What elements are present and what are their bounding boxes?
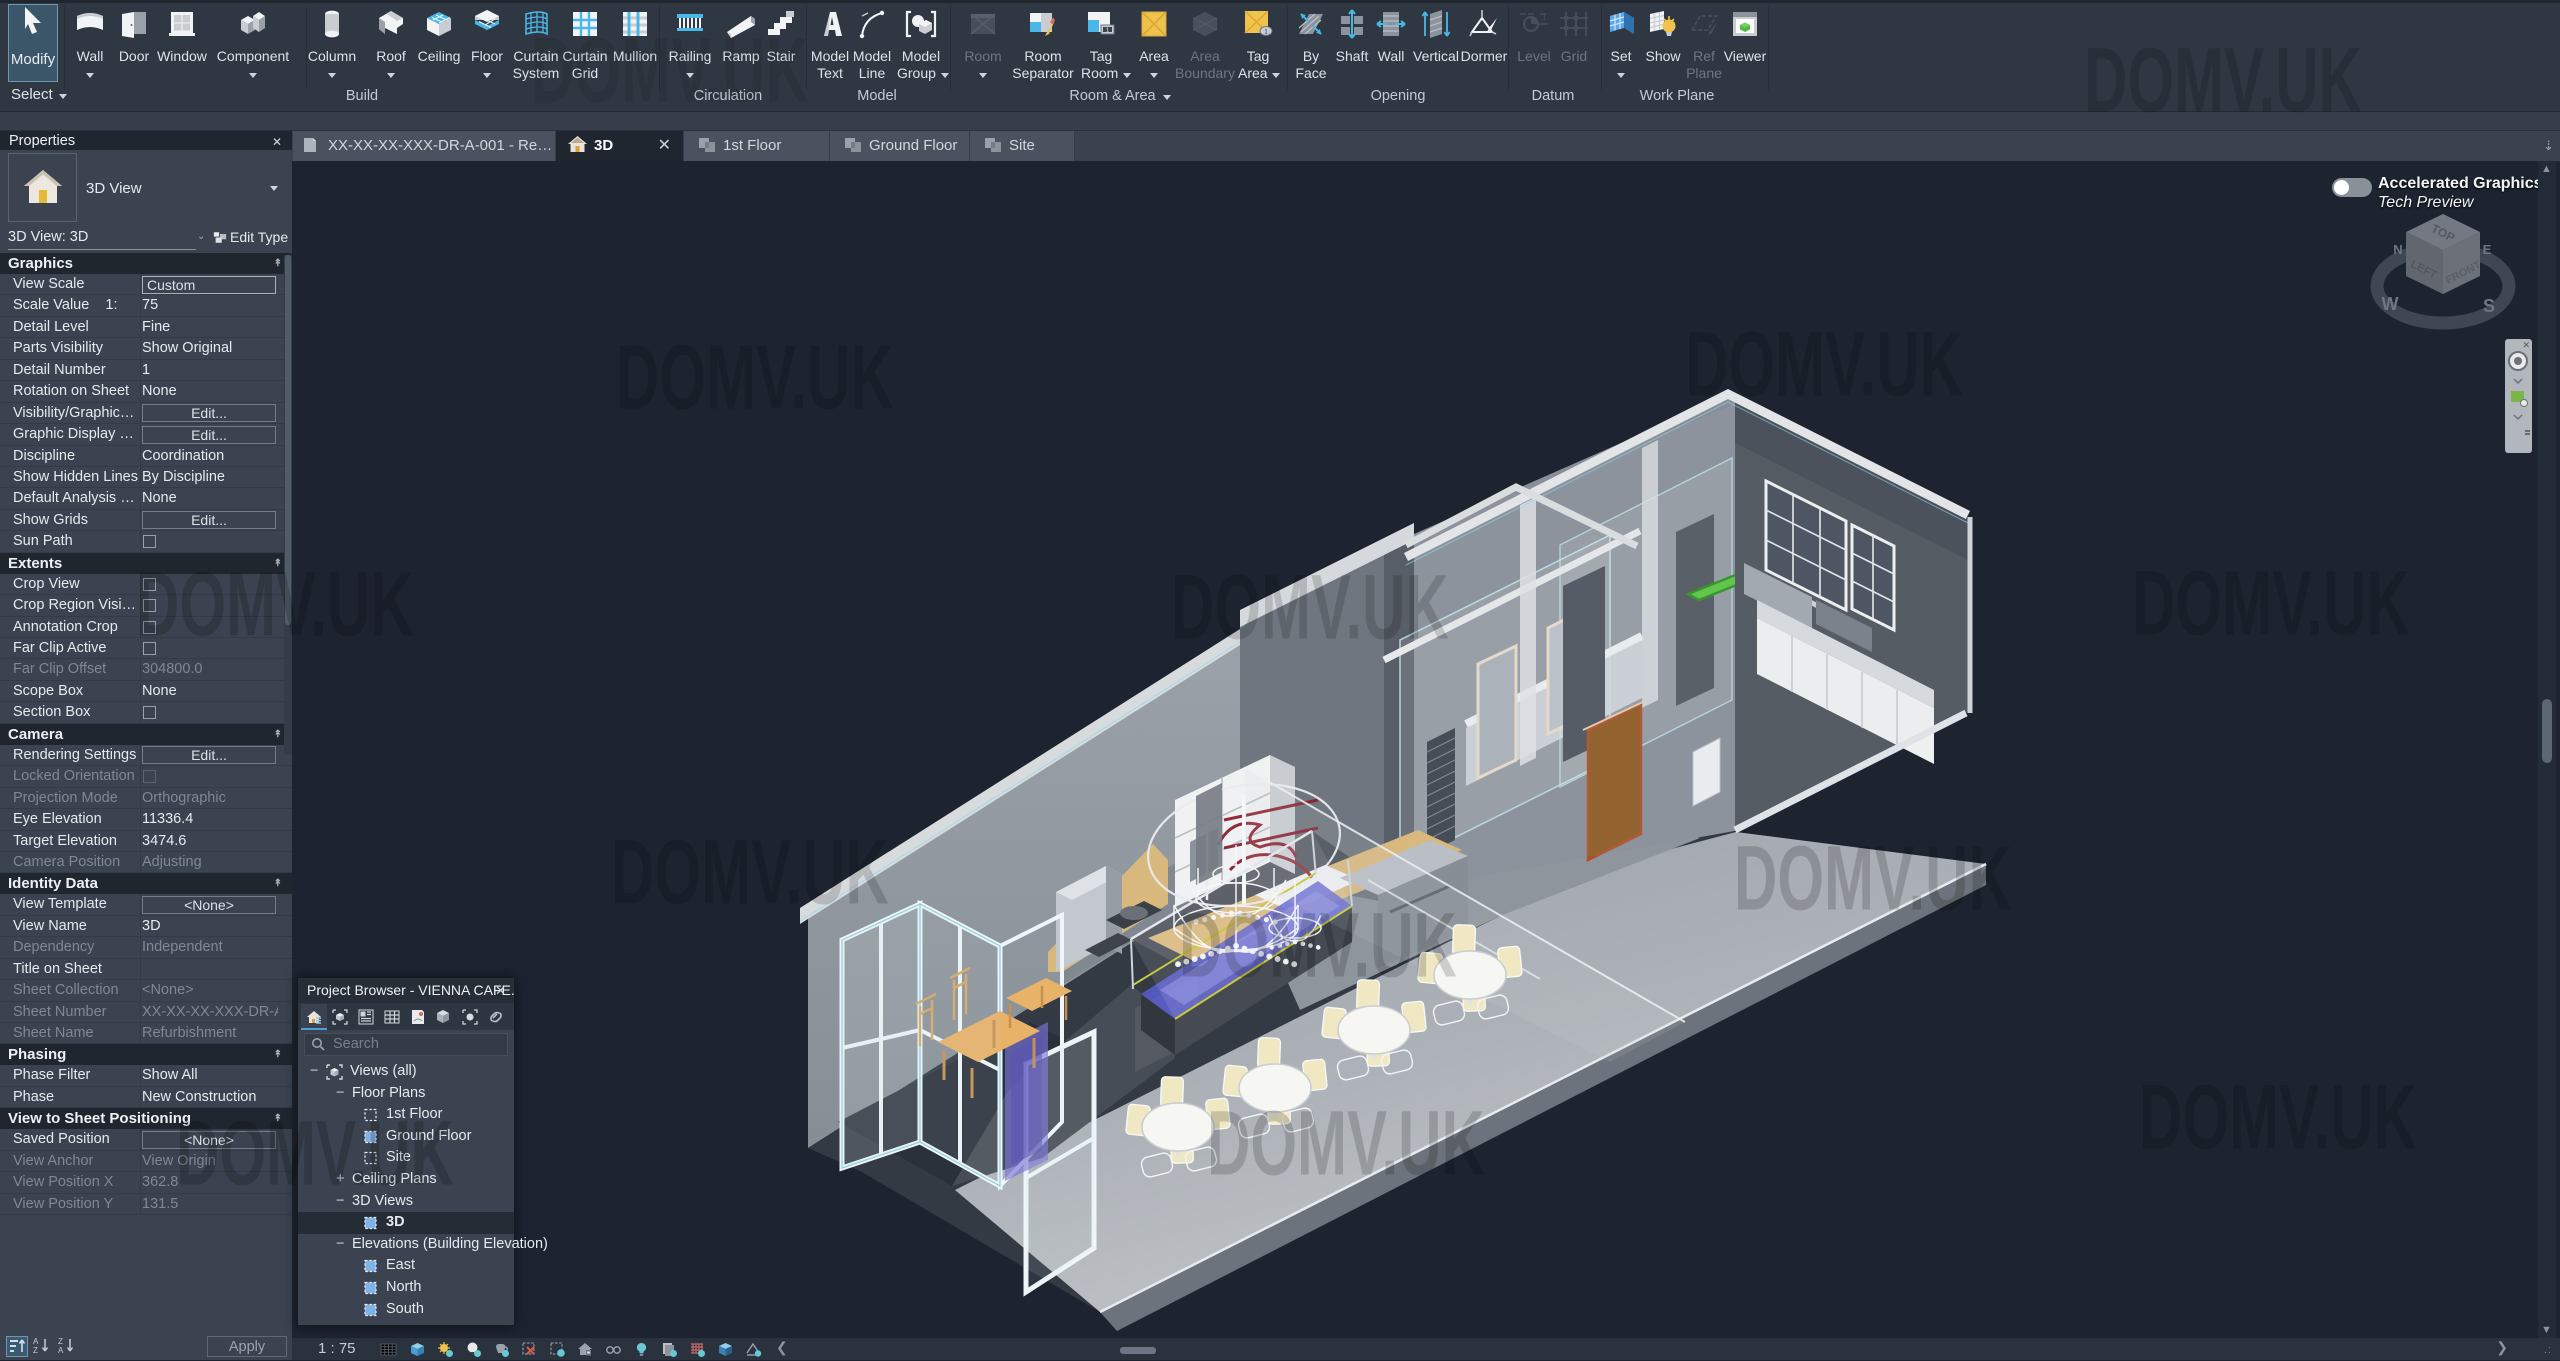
svg-text:W: W [2382, 294, 2399, 314]
svg-text:A: A [58, 1346, 64, 1355]
svg-text:E: E [2483, 242, 2492, 257]
svg-text:N: N [2393, 242, 2402, 257]
svg-text:S: S [2483, 296, 2495, 316]
svg-text:Z: Z [58, 1337, 63, 1346]
svg-text:A: A [33, 1337, 39, 1346]
svg-text:Z: Z [33, 1346, 38, 1355]
